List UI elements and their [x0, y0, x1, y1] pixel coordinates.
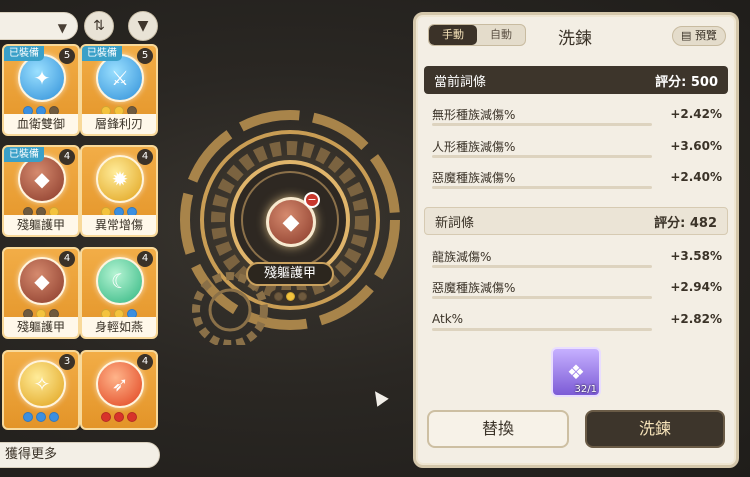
- filter-dropdown[interactable]: ▼: [0, 12, 78, 40]
- stat-name: 人形種族減傷%: [432, 139, 516, 154]
- stat-value: +2.82%: [670, 312, 722, 326]
- chevron-down-icon: ▼: [57, 21, 67, 35]
- new-stat-row: 惡魔種族減傷% +2.94%: [432, 273, 722, 301]
- armor-gem-icon: ◆: [18, 155, 66, 203]
- current-heading: 當前詞條: [434, 74, 487, 90]
- moon-gem-icon: ☾: [96, 257, 144, 305]
- skill-gem-icon: ✦: [18, 54, 66, 102]
- level-badge: 5: [137, 48, 153, 64]
- filter-button[interactable]: ▼: [128, 11, 158, 41]
- card-name: 層鋒利刃: [82, 114, 156, 134]
- current-attributes-header: 當前詞條 評分: 500: [424, 66, 728, 94]
- stat-value: +2.42%: [670, 107, 722, 121]
- material-count: 32/1: [574, 384, 597, 395]
- remove-icon[interactable]: −: [304, 192, 320, 208]
- skill-gem-icon: ✹: [96, 155, 144, 203]
- level-badge: 3: [59, 354, 75, 370]
- level-badge: 4: [137, 251, 153, 267]
- socket-quality-dots: [270, 290, 311, 303]
- stat-value: +2.40%: [670, 170, 722, 184]
- card-name: 身輕如燕: [82, 317, 156, 337]
- socket-item-name: 殘軀護甲: [246, 262, 334, 286]
- new-stat-row: 龍族減傷% +3.58%: [432, 242, 722, 270]
- swap-button[interactable]: 替換: [427, 410, 569, 448]
- equipped-badge: 已裝備: [4, 46, 44, 61]
- card-4[interactable]: ◆ 4 殘軀護甲: [2, 247, 80, 339]
- card-name: 異常增傷: [82, 215, 156, 235]
- sort-icon: ⇅: [93, 18, 105, 34]
- skill-gem-icon: ➶: [96, 360, 144, 408]
- stat-name: 龍族減傷%: [432, 249, 492, 264]
- armor-gem-icon: ◆: [18, 257, 66, 305]
- card-1[interactable]: ⚔ 已裝備 5 層鋒利刃: [80, 44, 158, 136]
- current-stat-row: 惡魔種族減傷% +2.40%: [432, 163, 722, 191]
- stat-name: 惡魔種族減傷%: [432, 280, 516, 295]
- level-badge: 4: [137, 354, 153, 370]
- refine-button[interactable]: 洗鍊: [585, 410, 725, 448]
- mode-auto-tab[interactable]: 自動: [477, 25, 525, 45]
- card-name: 殘軀護甲: [4, 215, 78, 235]
- skill-gem-icon: ✧: [18, 360, 66, 408]
- funnel-icon: ▼: [137, 18, 149, 34]
- current-score: 評分: 500: [655, 74, 718, 90]
- list-icon: ▤: [681, 29, 695, 42]
- new-attributes-header: 新詞條 評分: 482: [424, 207, 728, 235]
- new-heading: 新詞條: [435, 215, 475, 231]
- mode-manual-tab[interactable]: 手動: [429, 25, 477, 45]
- current-stat-row: 人形種族減傷% +3.60%: [432, 132, 722, 160]
- level-badge: 5: [59, 48, 75, 64]
- equipped-badge: 已裝備: [82, 46, 122, 61]
- preview-label: 預覽: [694, 29, 717, 42]
- mode-toggle[interactable]: 手動 自動: [428, 24, 526, 46]
- stat-name: 無形種族減傷%: [432, 107, 516, 122]
- current-stat-row: 無形種族減傷% +2.42%: [432, 100, 722, 128]
- card-7[interactable]: ➶ 4: [80, 350, 158, 430]
- get-more-button[interactable]: 獲得更多: [0, 442, 160, 468]
- stat-value: +3.58%: [670, 249, 722, 263]
- level-badge: 4: [59, 149, 75, 165]
- new-stat-row: Atk% +2.82%: [432, 305, 722, 333]
- card-2[interactable]: ◆ 已裝備 4 殘軀護甲: [2, 145, 80, 237]
- stat-name: 惡魔種族減傷%: [432, 170, 516, 185]
- new-score: 評分: 482: [654, 215, 717, 231]
- card-name: 血衛雙御: [4, 114, 78, 134]
- card-6[interactable]: ✧ 3: [2, 350, 80, 430]
- card-5[interactable]: ☾ 4 身輕如燕: [80, 247, 158, 339]
- stat-name: Atk%: [432, 312, 464, 326]
- level-badge: 4: [137, 149, 153, 165]
- level-badge: 4: [59, 251, 75, 267]
- sort-button[interactable]: ⇅: [84, 11, 114, 41]
- preview-button[interactable]: ▤ 預覽: [672, 26, 726, 46]
- skill-gem-icon: ⚔: [96, 54, 144, 102]
- equipped-badge: 已裝備: [4, 147, 44, 162]
- mouse-cursor-icon: [369, 387, 389, 407]
- stat-value: +3.60%: [670, 139, 722, 153]
- card-0[interactable]: ✦ 已裝備 5 血衛雙御: [2, 44, 80, 136]
- card-name: 殘軀護甲: [4, 317, 78, 337]
- stat-value: +2.94%: [670, 280, 722, 294]
- panel-title: 洗鍊: [558, 29, 592, 49]
- card-3[interactable]: ✹ 4 異常增傷: [80, 145, 158, 237]
